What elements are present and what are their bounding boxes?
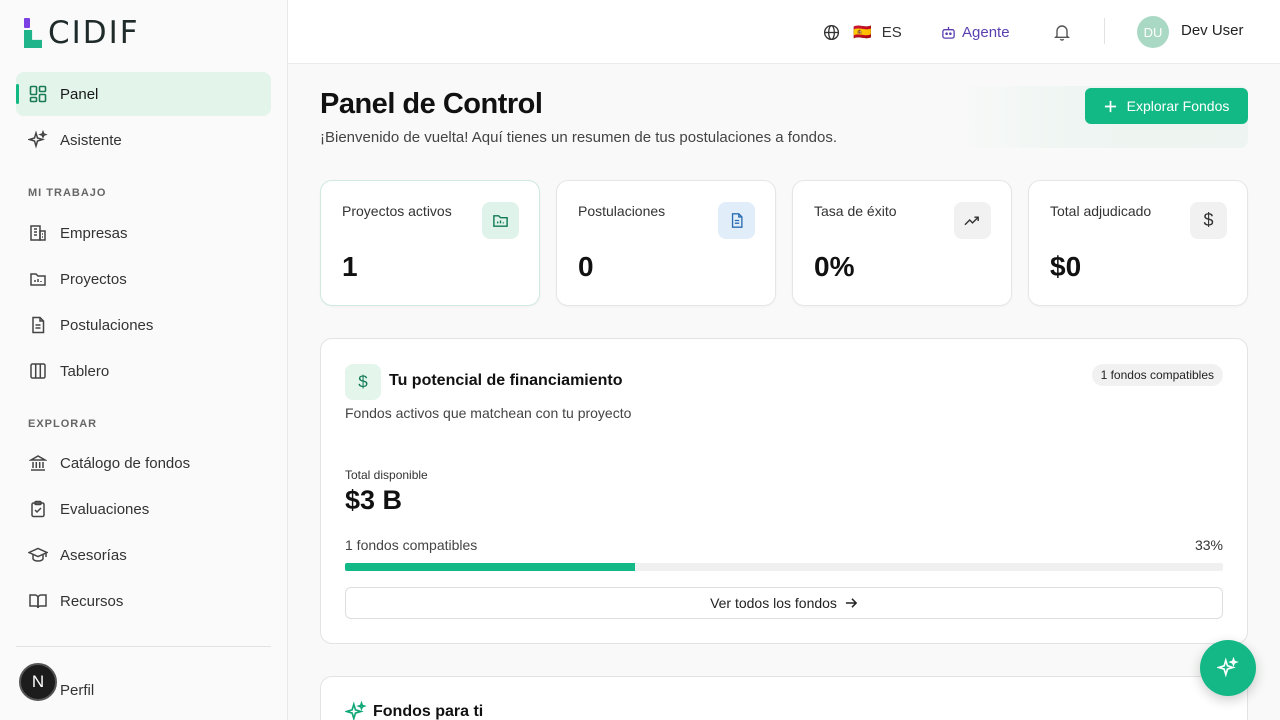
sidebar-item-label: Asesorías <box>60 546 127 564</box>
sidebar-item-label: Evaluaciones <box>60 500 150 518</box>
sidebar-item-label: Panel <box>60 85 99 103</box>
agent-button[interactable]: Agente <box>941 20 1010 44</box>
sidebar-item-label: Postulaciones <box>60 316 154 334</box>
page-subtitle: ¡Bienvenido de vuelta! Aquí tienes un re… <box>320 129 838 146</box>
stat-label: Postulaciones <box>578 203 666 219</box>
stat-card-success-rate[interactable]: Tasa de éxito 0% <box>792 180 1012 306</box>
panel-title: Tu potencial de financiamiento <box>389 372 623 389</box>
globe-icon[interactable] <box>823 20 840 44</box>
stat-label: Tasa de éxito <box>814 203 897 219</box>
sidebar-item-catalogo[interactable]: Catálogo de fondos <box>16 441 271 485</box>
language-selector[interactable]: 🇪🇸 ES <box>853 20 902 44</box>
explore-funds-button[interactable]: Explorar Fondos <box>1085 88 1248 124</box>
clipboard-check-icon <box>28 499 48 519</box>
sidebar-item-label: Proyectos <box>60 270 127 288</box>
sidebar-item-asesorias[interactable]: Asesorías <box>16 533 271 577</box>
graduation-cap-icon <box>28 545 48 565</box>
plus-icon <box>1104 100 1117 113</box>
sidebar-item-postulaciones[interactable]: Postulaciones <box>16 303 271 347</box>
progress-percent: 33% <box>1194 537 1223 553</box>
dollar-icon: $ <box>1190 202 1227 239</box>
document-icon <box>28 315 48 335</box>
robot-icon <box>941 25 956 40</box>
section-explorar: EXPLORAR <box>28 418 98 430</box>
view-all-label: Ver todos los fondos <box>710 595 837 611</box>
profile-avatar[interactable]: N <box>19 663 57 701</box>
book-icon <box>28 591 48 611</box>
topbar: 🇪🇸 ES Agente DU Dev User <box>288 0 1280 64</box>
sidebar-item-label: Tablero <box>60 362 110 380</box>
sparkles-icon <box>28 130 48 150</box>
stat-card-total-awarded[interactable]: Total adjudicado $0 $ <box>1028 180 1248 306</box>
stat-value: 1 <box>342 251 358 282</box>
progress-bar-fill <box>345 563 635 571</box>
stat-value: $0 <box>1050 251 1082 282</box>
sparkles-icon <box>343 700 367 720</box>
funding-potential-panel: $ Tu potencial de financiamiento 1 fondo… <box>320 338 1248 644</box>
stat-label: Proyectos activos <box>342 203 452 219</box>
folder-icon <box>28 269 48 289</box>
sidebar-item-proyectos[interactable]: Proyectos <box>16 257 271 301</box>
section-mi-trabajo: MI TRABAJO <box>28 187 107 199</box>
stat-value: 0% <box>814 251 855 282</box>
bell-icon[interactable] <box>1054 20 1070 44</box>
arrow-right-icon <box>845 597 858 609</box>
sidebar-item-panel[interactable]: Panel <box>16 72 271 116</box>
stat-card-applications[interactable]: Postulaciones 0 <box>556 180 776 306</box>
sidebar-item-label: Empresas <box>60 224 128 242</box>
logo[interactable]: CIDIF <box>24 15 140 51</box>
assistant-fab[interactable] <box>1200 640 1256 696</box>
progress-label: 1 fondos compatibles <box>345 537 478 553</box>
compatible-funds-badge: 1 fondos compatibles <box>1091 364 1223 386</box>
sparkles-icon <box>1217 657 1239 679</box>
sidebar-item-asistente[interactable]: Asistente <box>16 118 271 162</box>
sidebar-divider <box>16 646 271 647</box>
sidebar-item-label: Recursos <box>60 592 124 610</box>
language-code: ES <box>881 23 902 41</box>
view-all-funds-button[interactable]: Ver todos los fondos <box>345 587 1223 619</box>
trending-up-icon <box>954 202 991 239</box>
panel-title: Fondos para ti <box>373 703 484 720</box>
logo-mark-icon <box>24 18 42 48</box>
folder-icon <box>482 202 519 239</box>
panel-subtitle: Fondos activos que matchean con tu proye… <box>345 405 632 421</box>
sidebar-item-empresas[interactable]: Empresas <box>16 211 271 255</box>
total-available-value: $3 B <box>345 485 403 515</box>
topbar-divider <box>1104 18 1105 44</box>
logo-text: CIDIF <box>48 15 140 51</box>
flag-icon: 🇪🇸 <box>853 24 872 41</box>
dollar-icon: $ <box>345 364 381 400</box>
sidebar: CIDIF Panel Asistente MI TRABAJO Empresa… <box>0 0 288 720</box>
explore-funds-label: Explorar Fondos <box>1126 98 1230 114</box>
sidebar-item-label: Asistente <box>60 131 122 149</box>
total-available-label: Total disponible <box>345 468 428 482</box>
sidebar-item-tablero[interactable]: Tablero <box>16 349 271 393</box>
sidebar-item-recursos[interactable]: Recursos <box>16 579 271 623</box>
bank-icon <box>28 453 48 473</box>
columns-icon <box>28 361 48 381</box>
sidebar-item-evaluaciones[interactable]: Evaluaciones <box>16 487 271 531</box>
agent-label: Agente <box>962 23 1010 41</box>
stat-label: Total adjudicado <box>1050 203 1152 219</box>
page-title: Panel de Control <box>320 88 543 120</box>
progress-bar <box>345 563 1223 571</box>
funds-for-you-panel: Fondos para ti <box>320 676 1248 720</box>
building-icon <box>28 223 48 243</box>
user-name[interactable]: Dev User <box>1181 22 1244 39</box>
sidebar-item-label: Perfil <box>60 681 95 699</box>
document-icon <box>718 202 755 239</box>
stat-value: 0 <box>578 251 594 282</box>
dashboard-icon <box>28 84 48 104</box>
sidebar-item-label: Catálogo de fondos <box>60 454 191 472</box>
user-avatar[interactable]: DU <box>1137 16 1169 48</box>
stat-card-projects[interactable]: Proyectos activos 1 <box>320 180 540 306</box>
